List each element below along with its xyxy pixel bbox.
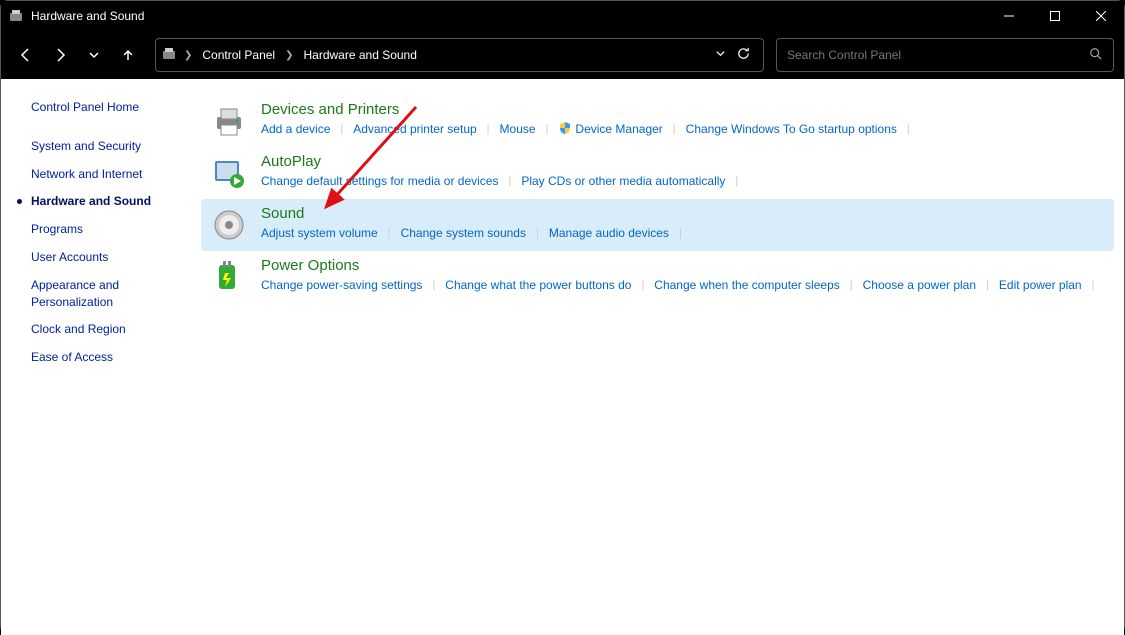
sound-icon xyxy=(207,205,251,245)
maximize-button[interactable] xyxy=(1032,1,1078,31)
app-icon xyxy=(9,8,25,24)
sidebar-item[interactable]: Clock and Region xyxy=(31,321,201,338)
sidebar-item[interactable]: Hardware and Sound xyxy=(31,193,201,210)
shield-icon xyxy=(558,121,572,135)
category: Devices and Printers Add a device | Advance… xyxy=(201,95,1114,147)
sidebar-item[interactable]: User Accounts xyxy=(31,249,201,266)
category-link[interactable]: Mouse xyxy=(500,120,536,139)
link-separator: | xyxy=(340,121,343,139)
up-button[interactable] xyxy=(113,40,143,70)
link-separator: | xyxy=(679,225,682,243)
category-link[interactable]: Manage audio devices xyxy=(549,224,669,243)
autoplay-icon xyxy=(207,153,251,193)
category-link[interactable]: Change when the computer sleeps xyxy=(654,276,839,295)
category: Power Options Change power-saving setting… xyxy=(201,251,1114,303)
link-separator: | xyxy=(986,277,989,295)
printer-icon xyxy=(207,101,251,141)
titlebar: Hardware and Sound xyxy=(1,1,1124,31)
search-icon[interactable] xyxy=(1089,47,1103,64)
sidebar-item[interactable]: Programs xyxy=(31,221,201,238)
category-link[interactable]: Change system sounds xyxy=(401,224,526,243)
category-title[interactable]: AutoPlay xyxy=(261,153,1114,170)
link-separator: | xyxy=(536,225,539,243)
chevron-down-icon[interactable] xyxy=(715,48,726,62)
close-button[interactable] xyxy=(1078,1,1124,31)
category-link[interactable]: Adjust system volume xyxy=(261,224,378,243)
link-separator: | xyxy=(487,121,490,139)
power-icon xyxy=(207,257,251,297)
sidebar-item[interactable]: Control Panel Home xyxy=(31,99,201,116)
sidebar: Control Panel Home System and Security Net… xyxy=(1,79,201,635)
refresh-button[interactable] xyxy=(736,46,751,64)
category-link[interactable]: Change what the power buttons do xyxy=(445,276,631,295)
link-separator: | xyxy=(907,121,910,139)
link-separator: | xyxy=(673,121,676,139)
category-link[interactable]: Change power-saving settings xyxy=(261,276,422,295)
link-separator: | xyxy=(388,225,391,243)
category-link[interactable]: Choose a power plan xyxy=(863,276,976,295)
sidebar-item[interactable]: Appearance and Personalization xyxy=(31,277,201,311)
window-title: Hardware and Sound xyxy=(31,9,144,23)
category-link[interactable]: Add a device xyxy=(261,120,330,139)
link-separator: | xyxy=(1092,277,1095,295)
search-input[interactable] xyxy=(787,48,1089,62)
link-separator: | xyxy=(546,121,549,139)
breadcrumb-item[interactable]: Hardware and Sound xyxy=(300,46,421,64)
sidebar-item[interactable]: System and Security xyxy=(31,138,201,155)
back-button[interactable] xyxy=(11,40,41,70)
sidebar-item[interactable]: Ease of Access xyxy=(31,349,201,366)
main-panel: Devices and Printers Add a device | Advance… xyxy=(201,79,1124,635)
category-title[interactable]: Power Options xyxy=(261,257,1114,274)
category: Sound Adjust system volume | Change system … xyxy=(201,199,1114,251)
address-bar[interactable]: ❯ Control Panel ❯ Hardware and Sound xyxy=(155,38,764,72)
breadcrumb-item[interactable]: Control Panel xyxy=(198,46,279,64)
category-link[interactable]: Change Windows To Go startup options xyxy=(686,120,897,139)
toolbar: ❯ Control Panel ❯ Hardware and Sound xyxy=(1,31,1124,79)
category: AutoPlay Change default settings for medi… xyxy=(201,147,1114,199)
link-separator: | xyxy=(432,277,435,295)
link-separator: | xyxy=(850,277,853,295)
minimize-button[interactable] xyxy=(986,1,1032,31)
content: Control Panel Home System and Security Net… xyxy=(1,79,1124,635)
forward-button[interactable] xyxy=(45,40,75,70)
category-link[interactable]: Advanced printer setup xyxy=(353,120,476,139)
link-separator: | xyxy=(735,173,738,191)
category-title[interactable]: Sound xyxy=(261,205,1114,222)
sidebar-item[interactable]: Network and Internet xyxy=(31,166,201,183)
chevron-right-icon: ❯ xyxy=(184,50,192,61)
link-separator: | xyxy=(508,173,511,191)
category-link[interactable]: Play CDs or other media automatically xyxy=(521,172,725,191)
category-title[interactable]: Devices and Printers xyxy=(261,101,1114,118)
recent-locations-button[interactable] xyxy=(79,40,109,70)
search-bar[interactable] xyxy=(776,38,1114,72)
category-link[interactable]: Edit power plan xyxy=(999,276,1082,295)
link-separator: | xyxy=(641,277,644,295)
category-link[interactable]: Change default settings for media or dev… xyxy=(261,172,498,191)
category-link[interactable]: Device Manager xyxy=(558,120,662,139)
chevron-right-icon: ❯ xyxy=(285,50,293,61)
control-panel-icon xyxy=(162,46,178,65)
